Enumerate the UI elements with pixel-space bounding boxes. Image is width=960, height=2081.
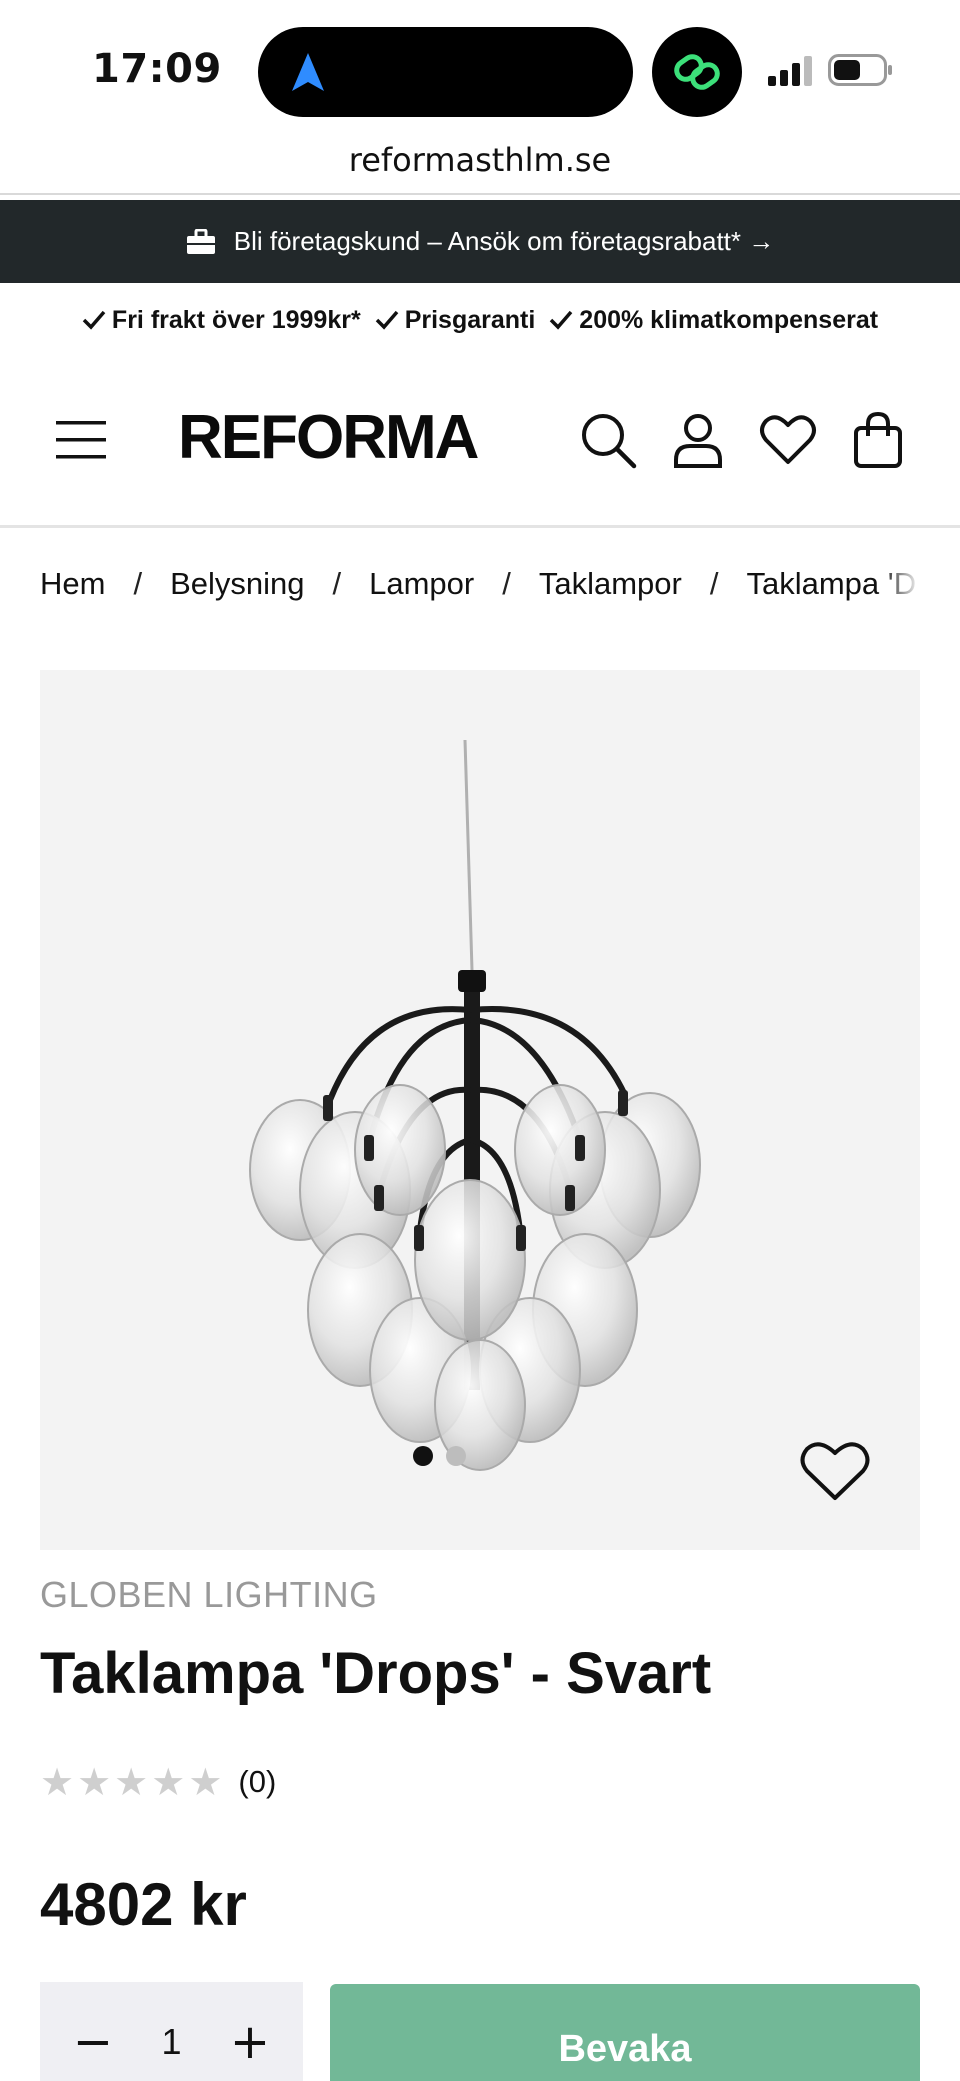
usp-label: Fri frakt över 1999kr* bbox=[111, 305, 361, 334]
usp-label: Prisgaranti bbox=[404, 305, 536, 334]
add-to-wishlist-heart-icon[interactable] bbox=[798, 1438, 872, 1504]
usp-item: Fri frakt över 1999kr* bbox=[82, 306, 361, 335]
briefcase-icon bbox=[186, 228, 215, 254]
gallery-dot-active[interactable] bbox=[413, 1446, 433, 1466]
breadcrumb-item[interactable]: Belysning bbox=[170, 566, 304, 601]
rating-count: (0) bbox=[238, 1764, 277, 1799]
checkmark-icon bbox=[375, 310, 399, 330]
product-image[interactable] bbox=[40, 670, 920, 1550]
heart-icon[interactable] bbox=[758, 410, 818, 470]
gallery-pagination bbox=[413, 1446, 466, 1466]
quantity-stepper: − 1 + bbox=[40, 1982, 303, 2081]
quantity-decrease-button[interactable]: − bbox=[68, 2014, 118, 2070]
star-icon: ★ bbox=[151, 1760, 186, 1804]
shopping-bag-icon[interactable] bbox=[848, 410, 908, 470]
reforma-logo[interactable]: REFORMA bbox=[178, 402, 479, 473]
breadcrumb-separator: / bbox=[502, 566, 511, 601]
business-banner-text: Bli företagskund – Ansök om företagsraba… bbox=[233, 226, 775, 256]
dynamic-island bbox=[258, 27, 633, 117]
breadcrumb-item[interactable]: Taklampor bbox=[539, 566, 682, 601]
url-divider bbox=[0, 193, 960, 195]
breadcrumb: Hem / Belysning / Lampor / Taklampor / Taklampa … bbox=[40, 566, 916, 616]
status-time: 17:09 bbox=[92, 46, 222, 92]
usp-label: 200% klimatkompenserat bbox=[579, 305, 879, 334]
watch-product-button[interactable]: Bevaka bbox=[330, 1984, 920, 2081]
gallery-dot[interactable] bbox=[446, 1446, 466, 1466]
menu-icon[interactable] bbox=[56, 417, 108, 463]
breadcrumb-item[interactable]: Hem bbox=[40, 566, 105, 601]
product-brand[interactable]: GLOBEN LIGHTING bbox=[40, 1574, 378, 1616]
breadcrumb-separator: / bbox=[709, 566, 719, 601]
breadcrumb-separator: / bbox=[332, 566, 342, 601]
link-icon bbox=[674, 54, 720, 90]
usp-item: Prisgaranti bbox=[375, 305, 536, 335]
search-icon[interactable] bbox=[578, 410, 638, 470]
product-rating[interactable]: ★ ★ ★ ★ ★ (0) bbox=[40, 1760, 276, 1804]
usp-row: Fri frakt över 1999kr* Prisgaranti 200% … bbox=[0, 292, 960, 348]
chandelier-illustration bbox=[249, 739, 701, 1471]
status-bar: 17:09 reformasthlm.se bbox=[0, 0, 960, 179]
site-header: REFORMA bbox=[0, 370, 960, 528]
breadcrumb-separator: / bbox=[133, 566, 143, 601]
breadcrumb-fade bbox=[880, 566, 920, 616]
quantity-increase-button[interactable]: + bbox=[225, 2014, 275, 2070]
star-icon: ★ bbox=[77, 1760, 112, 1804]
checkmark-icon bbox=[550, 310, 573, 330]
navigation-arrow-icon bbox=[292, 53, 324, 91]
star-icon: ★ bbox=[188, 1760, 223, 1804]
product-price: 4802 kr bbox=[40, 1871, 247, 1938]
star-icon: ★ bbox=[114, 1760, 149, 1804]
product-title: Taklampa 'Drops' - Svart bbox=[40, 1641, 712, 1706]
battery-icon bbox=[828, 54, 892, 86]
checkmark-icon bbox=[82, 310, 106, 330]
user-icon[interactable] bbox=[668, 410, 728, 470]
url-bar[interactable]: reformasthlm.se bbox=[0, 135, 960, 193]
business-customer-banner[interactable]: Bli företagskund – Ansök om företagsraba… bbox=[0, 200, 960, 283]
link-activity-indicator bbox=[652, 27, 742, 117]
rating-stars: ★ ★ ★ ★ ★ bbox=[40, 1760, 222, 1804]
quantity-value[interactable]: 1 bbox=[161, 2021, 181, 2063]
usp-item: 200% klimatkompenserat bbox=[549, 306, 878, 335]
star-icon: ★ bbox=[40, 1760, 75, 1804]
cellular-signal-icon bbox=[768, 56, 812, 86]
breadcrumb-item[interactable]: Lampor bbox=[369, 566, 474, 601]
